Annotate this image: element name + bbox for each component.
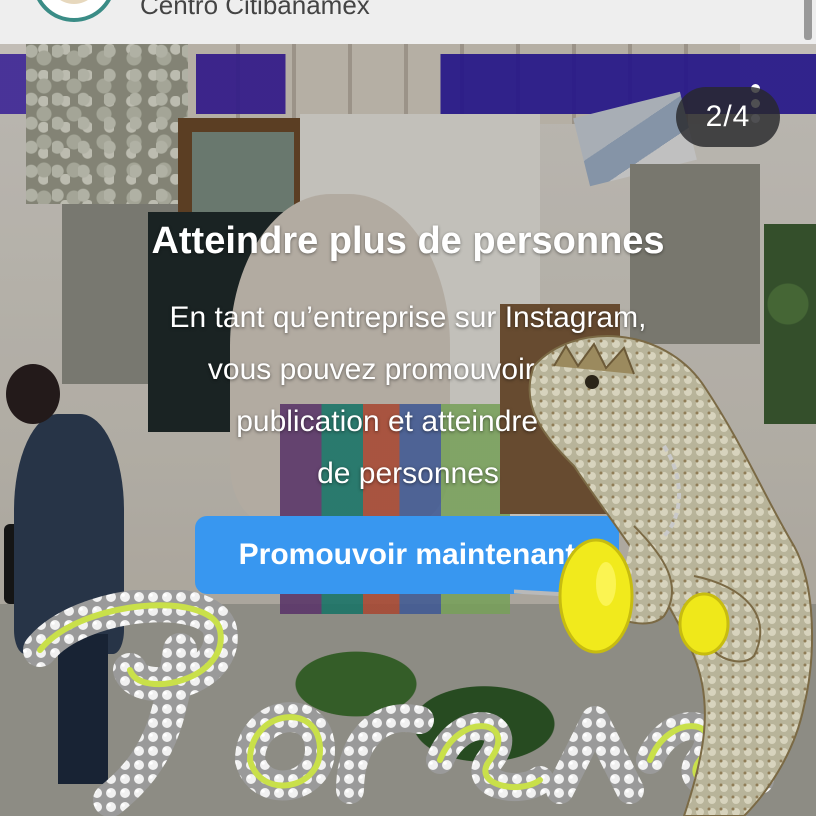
post-header: Centro Citibanamex bbox=[0, 0, 816, 44]
avatar-logo-icon bbox=[48, 0, 100, 4]
account-avatar[interactable] bbox=[32, 0, 116, 22]
promotion-title: Atteindre plus de personnes bbox=[151, 220, 665, 262]
lizard-sticker bbox=[514, 335, 813, 816]
carousel-page-counter: 2/4 bbox=[676, 87, 780, 147]
account-name[interactable]: Centro Citibanamex bbox=[140, 0, 370, 21]
scrollbar[interactable] bbox=[804, 0, 812, 40]
